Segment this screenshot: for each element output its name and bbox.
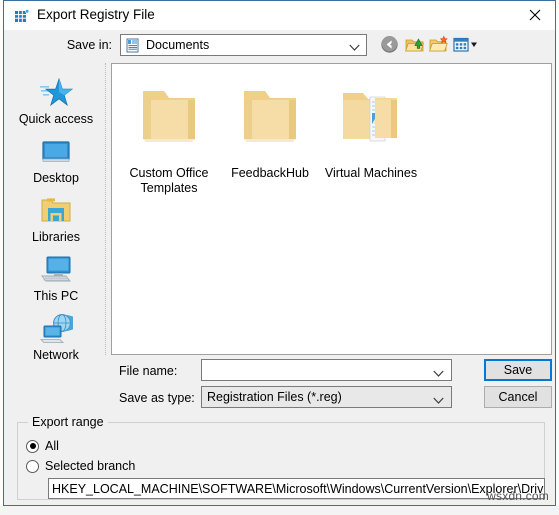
sidebar-item-this-pc[interactable]: This PC (6, 252, 106, 303)
export-registry-file-dialog: Export Registry File Save in: Documents … (3, 0, 556, 506)
radio-label: All (45, 439, 59, 453)
title-bar: Export Registry File (4, 1, 555, 30)
close-icon[interactable] (515, 1, 555, 29)
chevron-down-icon[interactable] (433, 394, 444, 408)
sidebar-item-label: Quick access (18, 112, 94, 126)
folder-with-documents-icon (323, 70, 419, 166)
radio-unselected-icon (26, 459, 39, 473)
folder-icon (222, 70, 318, 166)
network-globe-icon (6, 311, 106, 345)
watermark: wsxdn.com (487, 489, 549, 503)
libraries-folder-icon (6, 193, 106, 227)
places-bar: Quick access Desktop Libraries This PC N… (6, 63, 106, 362)
sidebar-item-label: Desktop (33, 171, 79, 185)
selected-branch-input[interactable]: HKEY_LOCAL_MACHINE\SOFTWARE\Microsoft\Wi… (48, 478, 545, 499)
file-list-view[interactable]: Custom Office Templates FeedbackHub Virt… (111, 63, 552, 355)
chevron-down-icon[interactable] (433, 367, 444, 381)
file-name-label: FeedbackHub (231, 166, 309, 180)
radio-label: Selected branch (45, 459, 136, 473)
list-item[interactable]: Virtual Machines (323, 70, 419, 181)
save-as-type-label: Save as type: (119, 391, 195, 405)
file-name-label: Custom Office Templates (129, 166, 209, 195)
save-in-label: Save in: (66, 38, 112, 52)
new-folder-icon[interactable] (428, 34, 449, 55)
sidebar-item-quick-access[interactable]: Quick access (6, 75, 106, 126)
registry-editor-icon (14, 8, 30, 24)
selected-branch-value: HKEY_LOCAL_MACHINE\SOFTWARE\Microsoft\Wi… (52, 482, 544, 496)
quick-access-star-icon (6, 75, 106, 109)
sidebar-item-label: Libraries (32, 230, 80, 244)
file-name-label: File name: (119, 364, 178, 378)
documents-icon (125, 38, 140, 53)
save-in-value: Documents (146, 38, 210, 52)
file-name-label: Virtual Machines (324, 166, 418, 180)
desktop-monitor-icon (6, 134, 106, 168)
this-pc-icon (6, 252, 106, 286)
export-range-legend: Export range (28, 415, 108, 429)
save-as-type-combobox[interactable]: Registration Files (*.reg) (201, 386, 452, 408)
sidebar-item-desktop[interactable]: Desktop (6, 134, 106, 185)
desktop-bottom-strip (0, 506, 559, 515)
chevron-down-icon (349, 41, 360, 55)
radio-export-all[interactable]: All (26, 439, 59, 453)
window-title: Export Registry File (37, 7, 155, 22)
file-name-input[interactable] (201, 359, 452, 381)
sidebar-item-libraries[interactable]: Libraries (6, 193, 106, 244)
sidebar-item-label: Network (33, 348, 79, 362)
views-grid-icon[interactable] (452, 34, 480, 55)
radio-selected-icon (26, 439, 39, 453)
folder-icon (121, 70, 217, 166)
save-as-type-value: Registration Files (*.reg) (207, 390, 342, 404)
up-folder-icon[interactable] (404, 34, 425, 55)
back-arrow-icon[interactable] (379, 34, 400, 55)
list-item[interactable]: FeedbackHub (222, 70, 318, 181)
sidebar-item-network[interactable]: Network (6, 311, 106, 362)
save-in-combobox[interactable]: Documents (120, 34, 367, 56)
radio-export-selected-branch[interactable]: Selected branch (26, 459, 135, 473)
cancel-button[interactable]: Cancel (484, 386, 552, 408)
list-item[interactable]: Custom Office Templates (121, 70, 217, 196)
sidebar-item-label: This PC (33, 289, 79, 303)
save-in-row: Save in: Documents (4, 30, 555, 61)
save-button[interactable]: Save (484, 359, 552, 381)
